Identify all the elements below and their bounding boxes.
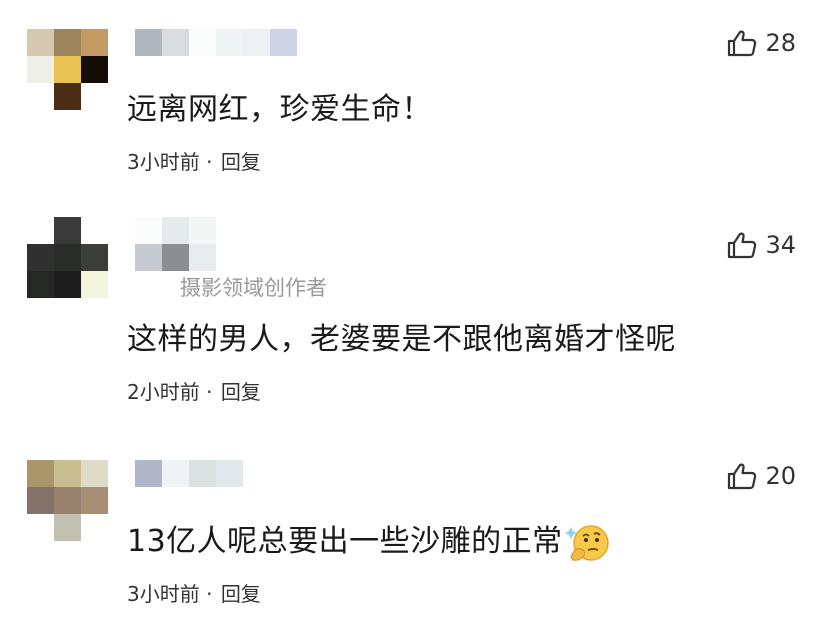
timestamp: 3小时前 [127,150,200,174]
thumbs-up-icon [728,232,757,259]
comment-text-content: 13亿人呢总要出一些沙雕的正常 [127,524,563,559]
timestamp: 2小时前 [127,380,200,404]
like-button[interactable]: 20 [727,462,796,490]
meta-separator: · [206,582,213,606]
thumbs-up-icon [728,30,757,57]
like-count: 34 [765,231,796,259]
username-mosaic[interactable] [135,244,216,271]
comment-text: 远离网红，珍爱生命！ [127,92,432,127]
username-mosaic[interactable] [135,460,243,487]
reply-button[interactable]: 回复 [221,150,261,174]
username-mosaic[interactable] [135,217,216,244]
like-count: 28 [765,29,796,57]
timestamp: 3小时前 [127,582,200,606]
user-title: 摄影领域创作者 [180,276,327,300]
username-mosaic[interactable] [135,29,297,56]
meta-separator: · [206,150,213,174]
comment-meta: 2小时前 · 回复 [127,376,261,405]
avatar[interactable] [27,460,108,541]
avatar[interactable] [27,217,108,298]
thumbs-up-icon [728,463,757,490]
comment-text: 这样的男人，老婆要是不跟他离婚才怪呢 [127,322,676,357]
like-button[interactable]: 34 [727,231,796,259]
like-count: 20 [765,462,796,490]
comment-text: 13亿人呢总要出一些沙雕的正常 [127,516,611,563]
comment-meta: 3小时前 · 回复 [127,146,261,175]
like-button[interactable]: 28 [727,29,796,57]
reply-button[interactable]: 回复 [221,582,261,606]
comment-meta: 3小时前 · 回复 [127,578,261,607]
meta-separator: · [206,380,213,404]
avatar[interactable] [27,29,108,110]
thinking-face-emoji-icon [564,524,609,561]
reply-button[interactable]: 回复 [221,380,261,404]
